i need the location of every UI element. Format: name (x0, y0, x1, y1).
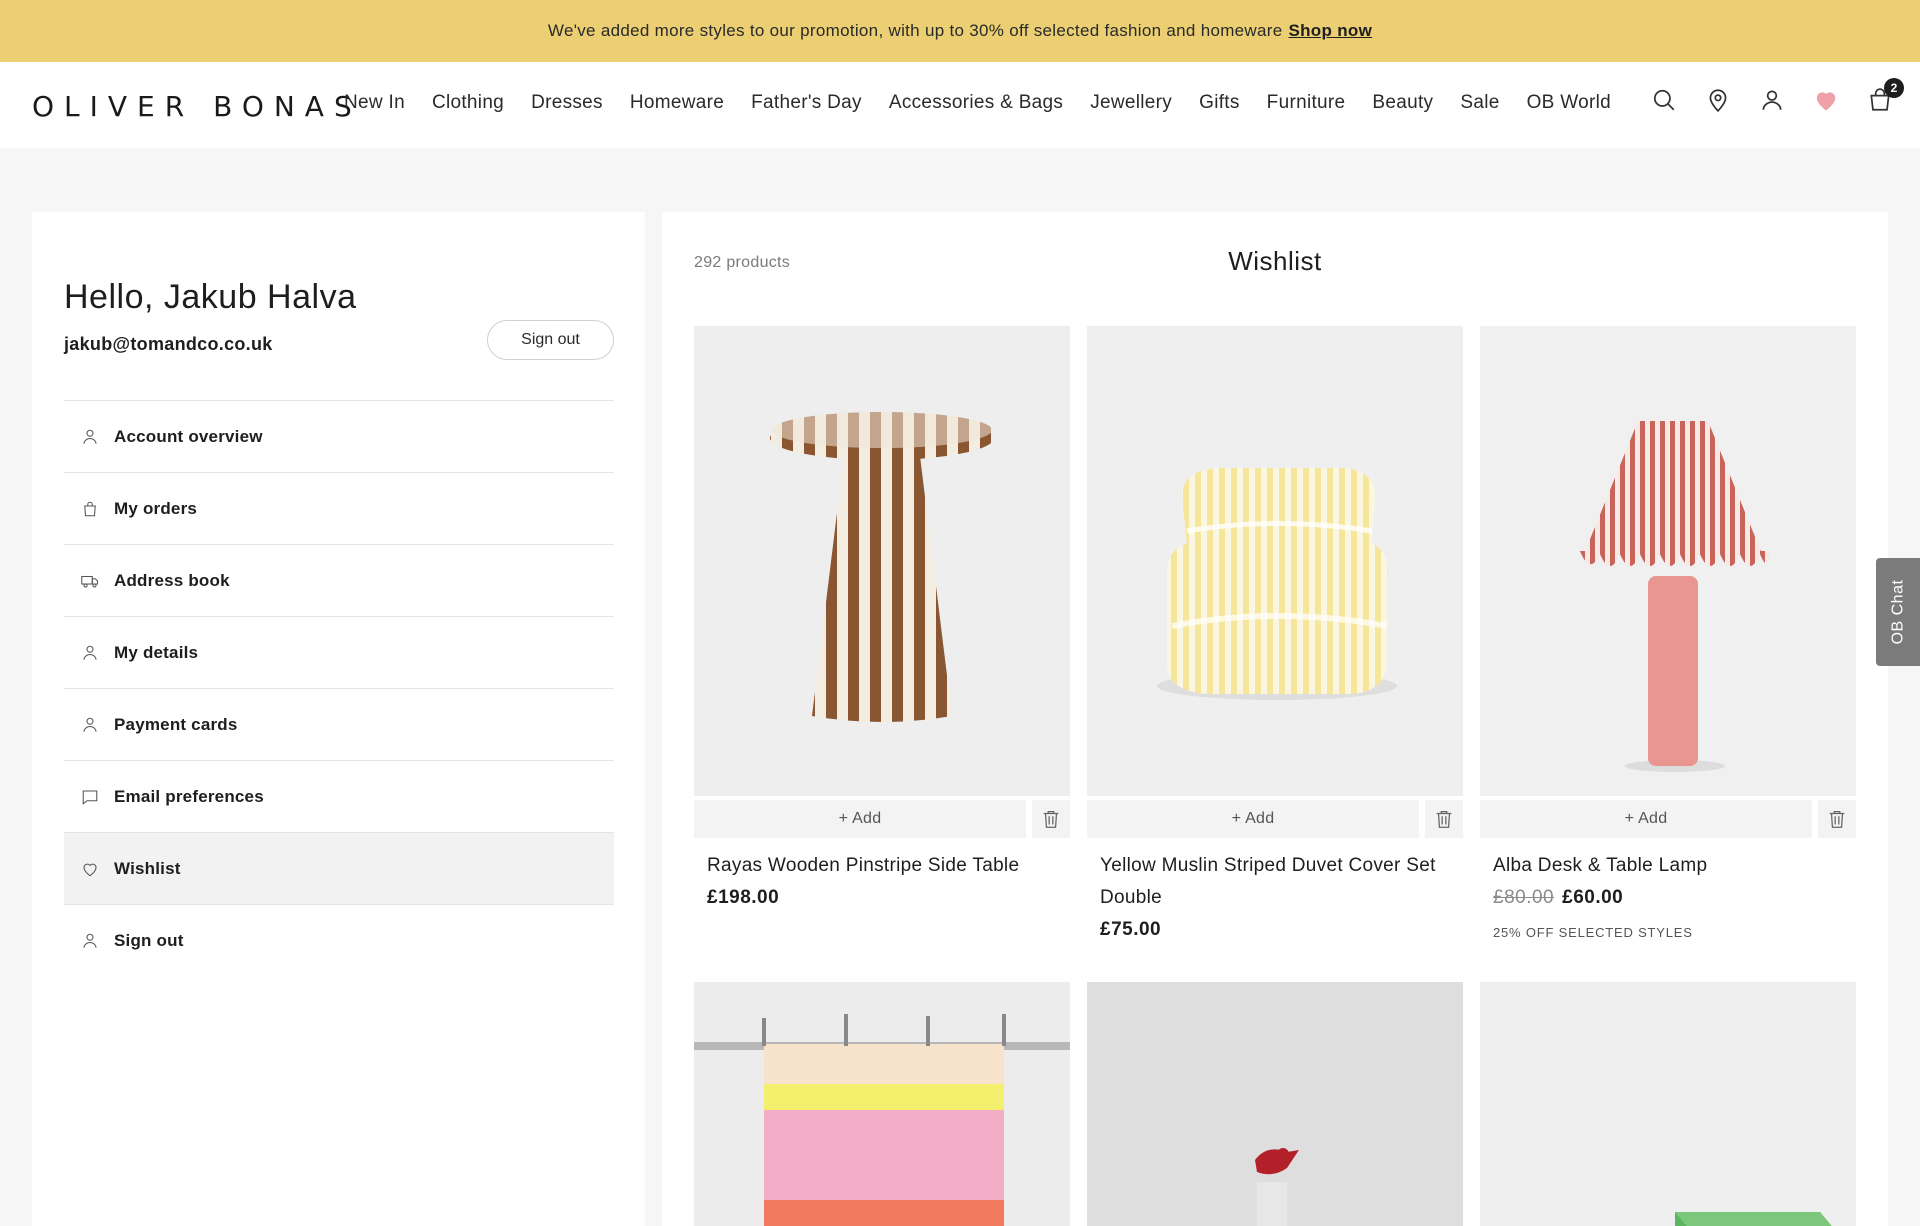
menu-my-orders[interactable]: My orders (64, 472, 614, 544)
shop-now-link[interactable]: Shop now (1288, 21, 1372, 41)
menu-address-book[interactable]: Address book (64, 544, 614, 616)
product-card: + Add Yellow Muslin Striped Duvet Cover … (1087, 326, 1463, 940)
greeting: Hello, Jakub Halva (64, 278, 357, 316)
person-icon (80, 643, 100, 663)
product-image[interactable] (1087, 326, 1463, 796)
chat-label: OB Chat (1889, 579, 1907, 645)
truck-icon (80, 571, 100, 591)
product-info: Alba Desk & Table Lamp £80.00 £60.00 25% … (1493, 850, 1843, 942)
product-image[interactable] (694, 982, 1070, 1226)
trash-icon[interactable] (1425, 800, 1463, 838)
product-price-group: £80.00 £60.00 (1493, 882, 1843, 914)
menu-payment-cards[interactable]: Payment cards (64, 688, 614, 760)
main-nav: New In Clothing Dresses Homeware Father'… (344, 92, 1638, 114)
promo-banner: We've added more styles to our promotion… (0, 0, 1920, 62)
promo-text: We've added more styles to our promotion… (547, 21, 1283, 40)
product-actions: + Add (694, 800, 1070, 838)
menu-label: Address book (114, 570, 230, 590)
menu-account-overview[interactable]: Account overview (64, 400, 614, 472)
chat-icon (80, 787, 100, 807)
search-icon[interactable] (1650, 86, 1678, 114)
account-menu: Account overview My orders Address book … (64, 400, 614, 976)
person-icon (80, 715, 100, 735)
menu-email-preferences[interactable]: Email preferences (64, 760, 614, 832)
menu-label: Payment cards (114, 714, 238, 734)
site-header: OLIVER BONAS New In Clothing Dresses Hom… (0, 62, 1920, 148)
add-to-bag-button[interactable]: + Add (1087, 800, 1419, 838)
nav-ob-world[interactable]: OB World (1527, 92, 1611, 114)
site-logo[interactable]: OLIVER BONAS (32, 90, 362, 123)
sign-out-button[interactable]: Sign out (487, 320, 614, 360)
wishlist-panel: 292 products Wishlist + Add Rayas Wooden… (662, 212, 1888, 1226)
was-price: £80.00 (1493, 887, 1555, 908)
menu-label: Wishlist (114, 858, 181, 878)
trash-icon[interactable] (1818, 800, 1856, 838)
product-info: Rayas Wooden Pinstripe Side Table £198.0… (707, 850, 1057, 914)
account-icon[interactable] (1758, 86, 1786, 114)
nav-clothing[interactable]: Clothing (432, 92, 504, 114)
product-name[interactable]: Rayas Wooden Pinstripe Side Table (707, 850, 1057, 882)
menu-wishlist[interactable]: Wishlist (64, 832, 614, 904)
menu-label: Account overview (114, 426, 263, 446)
nav-accessories-bags[interactable]: Accessories & Bags (889, 92, 1063, 114)
menu-my-details[interactable]: My details (64, 616, 614, 688)
basket-icon[interactable]: 2 (1866, 78, 1904, 114)
product-actions: + Add (1087, 800, 1463, 838)
product-name[interactable]: Alba Desk & Table Lamp (1493, 850, 1843, 882)
person-icon (80, 427, 100, 447)
heart-icon (80, 859, 100, 879)
menu-label: Email preferences (114, 786, 264, 806)
cart-count-badge: 2 (1884, 78, 1904, 98)
product-card: + Add Alba Desk & Table Lamp £80.00 £60.0… (1480, 326, 1856, 940)
product-card: + Add Rayas Wooden Pinstripe Side Table … (694, 326, 1070, 908)
add-to-bag-button[interactable]: + Add (1480, 800, 1812, 838)
store-locator-icon[interactable] (1704, 86, 1732, 114)
menu-label: My orders (114, 498, 198, 518)
trash-icon[interactable] (1032, 800, 1070, 838)
product-price: £198.00 (707, 887, 780, 908)
nav-gifts[interactable]: Gifts (1199, 92, 1240, 114)
header-icons: 2 (1650, 78, 1904, 114)
product-image[interactable] (694, 326, 1070, 796)
nav-dresses[interactable]: Dresses (531, 92, 603, 114)
ob-chat-tab[interactable]: OB Chat (1876, 558, 1920, 666)
person-icon (80, 931, 100, 951)
bag-icon (80, 499, 100, 519)
menu-label: My details (114, 642, 199, 662)
product-price: £75.00 (1100, 919, 1162, 940)
product-image[interactable] (1480, 326, 1856, 796)
account-sidebar: Hello, Jakub Halva jakub@tomandco.co.uk … (32, 212, 645, 1226)
product-price: £60.00 (1562, 887, 1624, 908)
user-email: jakub@tomandco.co.uk (64, 334, 273, 354)
product-info: Yellow Muslin Striped Duvet Cover Set Do… (1100, 850, 1450, 946)
promo-tag: 25% OFF SELECTED STYLES (1493, 925, 1693, 940)
nav-furniture[interactable]: Furniture (1267, 92, 1346, 114)
nav-jewellery[interactable]: Jewellery (1090, 92, 1172, 114)
nav-beauty[interactable]: Beauty (1372, 92, 1433, 114)
nav-fathers-day[interactable]: Father's Day (751, 92, 862, 114)
menu-label: Sign out (114, 930, 184, 950)
wishlist-heart-icon[interactable] (1812, 86, 1840, 114)
product-actions: + Add (1480, 800, 1856, 838)
nav-homeware[interactable]: Homeware (630, 92, 724, 114)
page-title: Wishlist (1228, 246, 1322, 276)
product-name[interactable]: Yellow Muslin Striped Duvet Cover Set Do… (1100, 850, 1450, 914)
product-image[interactable] (1087, 982, 1463, 1226)
menu-sign-out[interactable]: Sign out (64, 904, 614, 976)
product-image[interactable] (1480, 982, 1856, 1226)
add-to-bag-button[interactable]: + Add (694, 800, 1026, 838)
nav-new-in[interactable]: New In (344, 92, 405, 114)
nav-sale[interactable]: Sale (1460, 92, 1499, 114)
